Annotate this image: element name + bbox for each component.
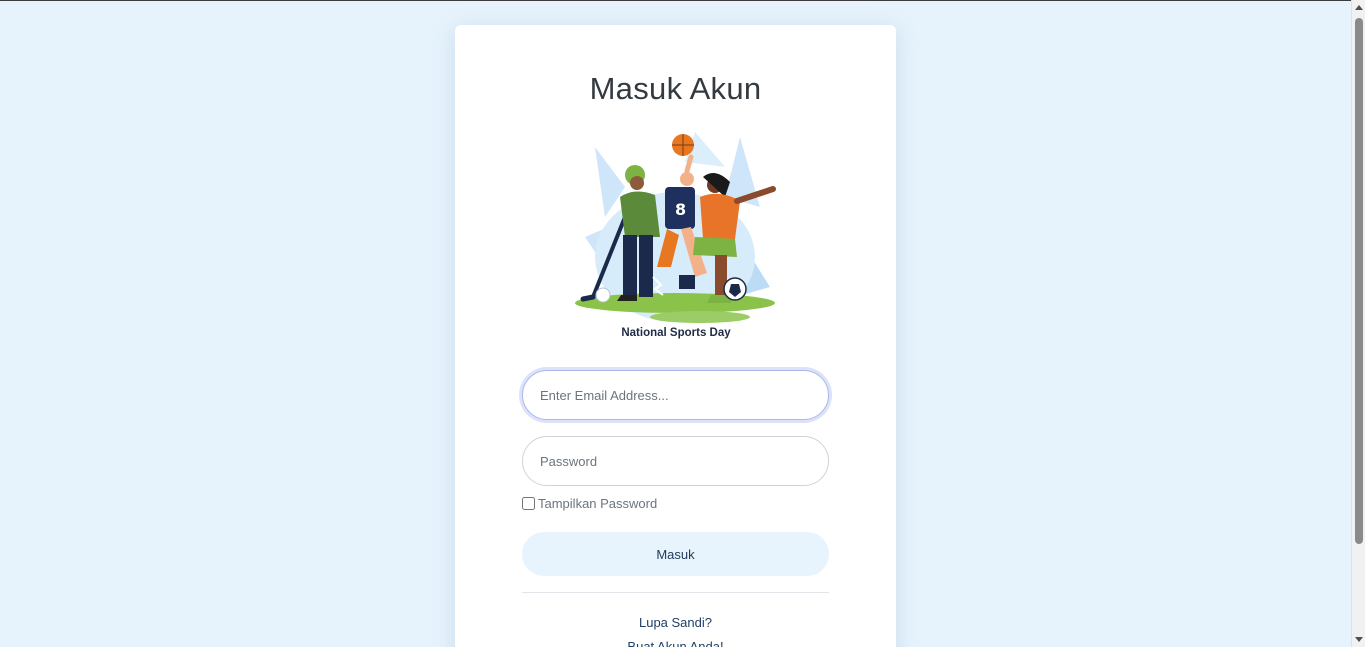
show-password-checkbox[interactable]: [522, 497, 535, 510]
email-input[interactable]: [522, 370, 829, 420]
page-viewport: Masuk Akun 8 National Sports Day Enter E…: [0, 0, 1351, 647]
login-card: Masuk Akun 8 National Sports Day Enter E…: [455, 25, 896, 647]
svg-text:8: 8: [675, 200, 686, 219]
login-button[interactable]: Masuk: [522, 532, 829, 576]
page-title: Masuk Akun: [589, 71, 762, 106]
illustration-caption: National Sports Day: [621, 327, 731, 339]
divider: [522, 592, 829, 593]
create-account-link[interactable]: Buat Akun Anda!: [455, 639, 896, 647]
vertical-scrollbar[interactable]: [1351, 0, 1365, 647]
show-password-label: Tampilkan Password: [538, 496, 658, 511]
show-password-toggle[interactable]: Tampilkan Password: [522, 496, 657, 511]
scrollbar-thumb[interactable]: [1355, 18, 1363, 544]
scroll-up-arrow-icon[interactable]: [1355, 5, 1363, 10]
sports-illustration: 8: [575, 132, 776, 323]
forgot-password-link[interactable]: Lupa Sandi?: [455, 615, 896, 630]
password-input[interactable]: [522, 436, 829, 486]
scroll-down-arrow-icon[interactable]: [1355, 637, 1363, 642]
